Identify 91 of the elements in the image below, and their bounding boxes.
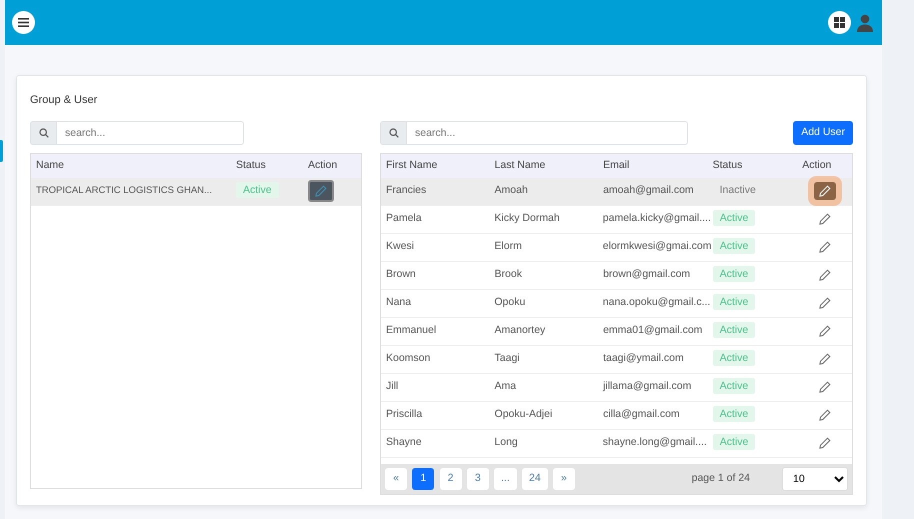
table-row[interactable]: Kwesi Elorm elormkwesi@gmai.com Active (381, 234, 852, 262)
pencil-icon (315, 185, 327, 197)
status-badge: Active (236, 182, 279, 198)
user-icon[interactable] (856, 14, 874, 32)
table-cell-text: Amoah (494, 183, 529, 198)
table-cell-text: taagi@ymail.com (602, 351, 685, 366)
pencil-icon (818, 297, 831, 309)
status-badge: Active (712, 294, 756, 310)
table-row[interactable]: Nana Opoku nana.opoku@gmail.c... Active (381, 290, 852, 318)
edit-button[interactable] (814, 182, 836, 200)
table-cell-text: Opoku (493, 295, 526, 310)
page-button[interactable]: 2 (440, 468, 462, 490)
table-row[interactable]: Brown Brook brown@gmail.com Active (381, 262, 852, 290)
table-row[interactable]: Pamela Kicky Dormah pamela.kicky@gmail.... Active (381, 206, 852, 234)
table-cell-text: amoah@gmail.com (602, 183, 695, 198)
pencil-icon (818, 185, 831, 197)
search-icon (38, 128, 48, 138)
status-badge: Active (712, 322, 756, 338)
grid-icon (834, 17, 845, 28)
table-cell-text: Pamela (385, 211, 423, 226)
table-cell-text: Emmanuel (385, 323, 438, 338)
table-cell-text: Francies (385, 183, 428, 198)
table-row[interactable]: Francies Amoah amoah@gmail.com Inactive (381, 178, 852, 206)
table-row[interactable]: Emmanuel Amanortey emma01@gmail.com Active (381, 318, 852, 346)
pencil-icon (818, 269, 831, 281)
status-label: Inactive (718, 183, 757, 198)
status-badge: Active (712, 406, 756, 422)
table-cell-text: cilla@gmail.com (602, 407, 681, 422)
edit-button[interactable] (308, 180, 334, 202)
status-badge: Active (712, 434, 756, 450)
add-user-button[interactable]: Add User (793, 120, 853, 144)
table-cell-text: Long (493, 435, 519, 450)
table-row[interactable]: Koomson Taagi taagi@ymail.com Active (381, 346, 852, 374)
table-cell-text: TROPICAL ARCTIC LOGISTICS GHAN... (35, 184, 213, 198)
table-cell-text: emma01@gmail.com (602, 323, 704, 338)
page-button[interactable]: 1 (412, 468, 434, 490)
table-cell-text: Shayne (385, 435, 423, 450)
table-cell-text: Priscilla (385, 407, 424, 422)
page-button[interactable]: 24 (522, 468, 548, 490)
table-cell-text: Brook (494, 267, 523, 282)
status-badge: Active (712, 266, 756, 282)
table-cell-text: Taagi (494, 351, 521, 366)
status-badge: Active (712, 238, 756, 254)
table-cell-text: jillama@gmail.com (602, 379, 692, 394)
table-cell-text: Nana (385, 295, 412, 310)
page-title: Group & User (30, 93, 98, 108)
table-cell-text: Koomson (385, 351, 432, 366)
page-info: page 1 of 24 (692, 470, 750, 486)
pencil-icon (818, 213, 831, 225)
pencil-icon (818, 353, 831, 365)
table-cell-text: Kwesi (385, 239, 416, 254)
table-cell-text: pamela.kicky@gmail.... (602, 211, 708, 226)
column-header: Action (801, 158, 832, 173)
pencil-icon (818, 409, 831, 421)
page-size-select[interactable]: 10 (782, 466, 848, 490)
table-row[interactable]: Priscilla Opoku-Adjei cilla@gmail.com Active (381, 402, 852, 430)
column-header: Status (235, 158, 267, 173)
status-badge: Active (712, 378, 756, 394)
table-cell-text: Elorm (493, 239, 523, 254)
table-row[interactable]: Jill Ama jillama@gmail.com Active (381, 374, 852, 402)
pencil-icon (818, 325, 831, 337)
page-button[interactable]: ... (494, 468, 517, 490)
status-badge: Active (712, 350, 756, 366)
menu-button[interactable] (12, 11, 35, 34)
column-header: Email (602, 158, 630, 173)
status-badge: Active (712, 210, 756, 226)
apps-button[interactable] (828, 11, 851, 34)
page-button[interactable]: 3 (466, 468, 489, 490)
pencil-icon (818, 381, 831, 393)
table-cell-text: Amanortey (494, 323, 546, 338)
pencil-icon (818, 437, 831, 449)
table-cell-text: Jill (385, 379, 400, 394)
table-cell-text: brown@gmail.com (602, 267, 692, 282)
table-row[interactable]: Shayne Long shayne.long@gmail.... Active (381, 430, 852, 458)
page-button[interactable]: « (385, 468, 407, 490)
column-header: Status (712, 158, 744, 173)
pencil-icon (818, 241, 831, 253)
table-row[interactable]: TROPICAL ARCTIC LOGISTICS GHAN... Active (31, 178, 361, 206)
table-cell-text: Opoku-Adjei (494, 407, 554, 422)
table-cell-text: shayne.long@gmail.... (602, 435, 708, 450)
column-header: First Name (385, 158, 438, 173)
menu-icon (18, 18, 29, 27)
table-cell-text: nana.opoku@gmail.c... (602, 295, 708, 310)
table-cell-text: Ama (494, 379, 518, 394)
column-header: Action (307, 158, 338, 173)
page-button[interactable]: » (552, 468, 575, 490)
table-cell-text: Brown (385, 267, 417, 282)
search-icon (388, 128, 398, 138)
table-cell-text: Kicky Dormah (493, 211, 561, 226)
column-header: Last Name (494, 158, 546, 173)
column-header: Name (35, 158, 66, 173)
